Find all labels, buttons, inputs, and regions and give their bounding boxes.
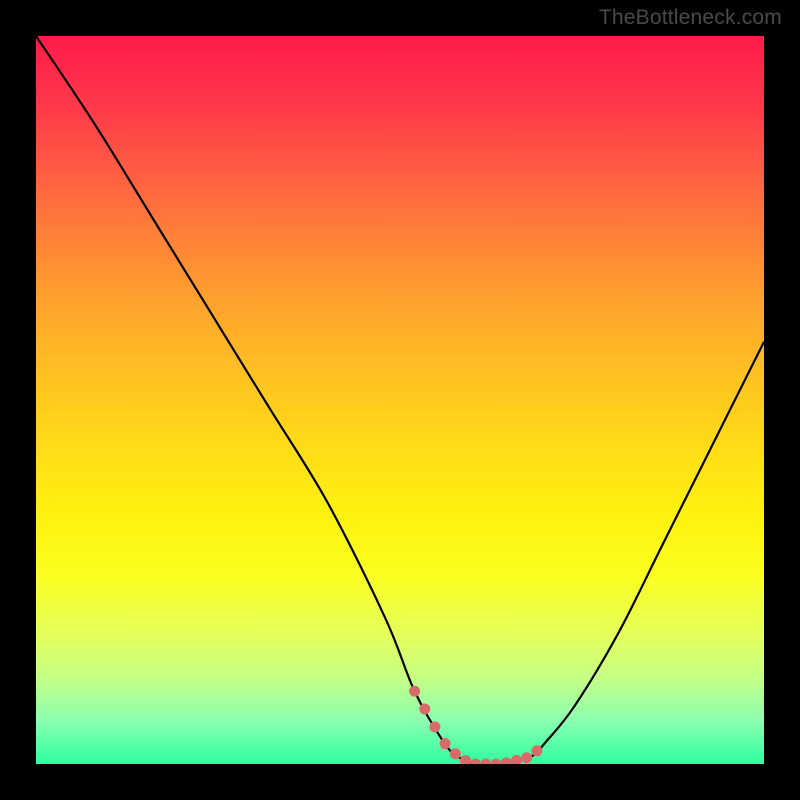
- curve-svg: [36, 36, 764, 764]
- plot-area: [36, 36, 764, 764]
- watermark-text: TheBottleneck.com: [599, 6, 782, 30]
- bottleneck-curve: [36, 36, 764, 764]
- chart-container: TheBottleneck.com: [0, 0, 800, 800]
- highlight-dots: [409, 686, 542, 764]
